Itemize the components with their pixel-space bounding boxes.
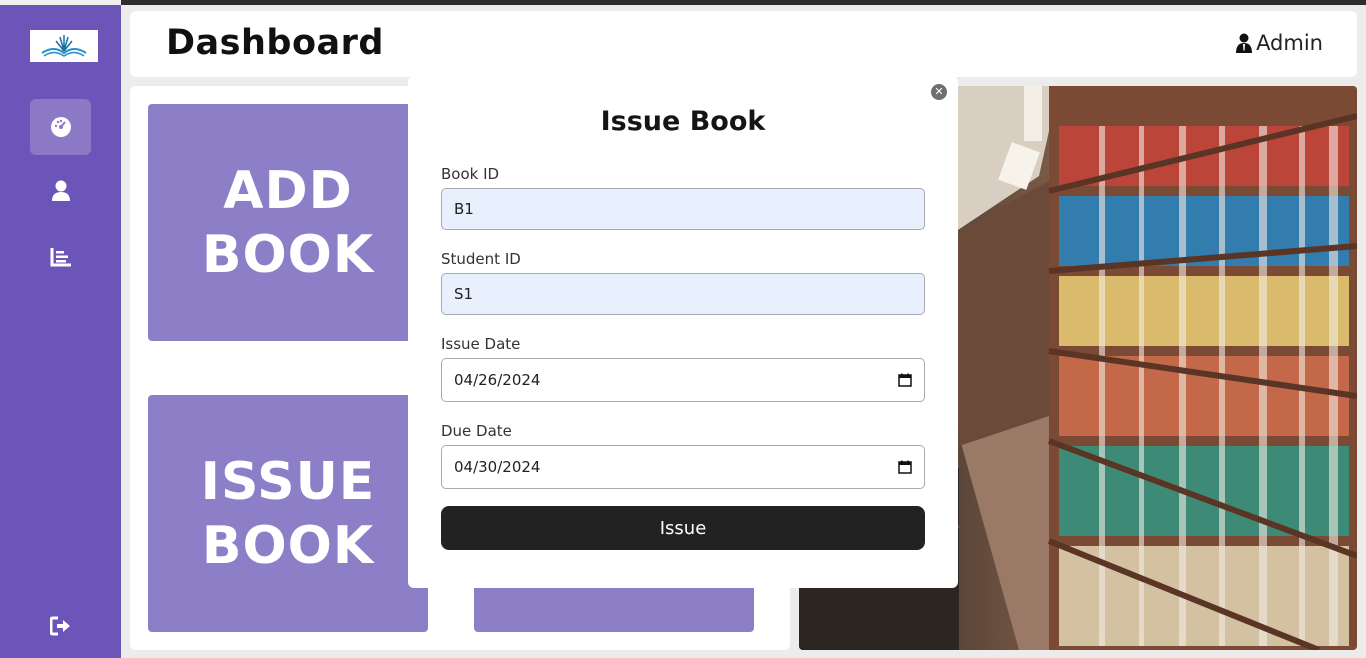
book-logo-icon: [41, 35, 87, 57]
user-menu[interactable]: Admin: [1236, 31, 1323, 55]
book-id-label: Book ID: [441, 165, 500, 183]
gauge-icon: [50, 117, 71, 137]
admin-user-icon: [1236, 33, 1253, 53]
user-icon: [51, 180, 70, 201]
logo[interactable]: [30, 30, 98, 62]
top-border: [0, 0, 1366, 5]
page-title: Dashboard: [166, 23, 384, 63]
book-id-value: B1: [454, 200, 474, 218]
chart-icon: [50, 248, 71, 267]
issue-book-modal: ✕ Issue Book Book ID B1 Student ID S1 Is…: [408, 76, 958, 588]
issue-date-value: 04/26/2024: [454, 371, 541, 389]
modal-title: Issue Book: [600, 106, 766, 137]
header: Dashboard Admin: [130, 11, 1357, 77]
logout-button[interactable]: [30, 598, 91, 654]
sidebar-item-dashboard[interactable]: [30, 99, 91, 155]
due-date-value: 04/30/2024: [454, 458, 541, 476]
sidebar-item-students[interactable]: [30, 163, 91, 219]
student-id-label: Student ID: [441, 250, 521, 268]
issue-date-label: Issue Date: [441, 335, 521, 353]
sidebar-item-reports[interactable]: [30, 229, 91, 285]
book-id-field[interactable]: B1: [441, 188, 925, 230]
close-icon[interactable]: ✕: [931, 84, 947, 100]
student-id-value: S1: [454, 285, 474, 303]
due-date-field[interactable]: 04/30/2024: [441, 445, 925, 489]
user-label: Admin: [1256, 31, 1323, 55]
calendar-icon[interactable]: [898, 373, 912, 387]
student-id-field[interactable]: S1: [441, 273, 925, 315]
logout-icon: [49, 616, 70, 636]
issue-book-card[interactable]: ISSUE BOOK: [148, 395, 428, 632]
due-date-label: Due Date: [441, 422, 512, 440]
issue-button[interactable]: Issue: [441, 506, 925, 550]
add-book-card[interactable]: ADD BOOK: [148, 104, 428, 341]
issue-date-field[interactable]: 04/26/2024: [441, 358, 925, 402]
sidebar: [0, 5, 121, 658]
calendar-icon[interactable]: [898, 460, 912, 474]
